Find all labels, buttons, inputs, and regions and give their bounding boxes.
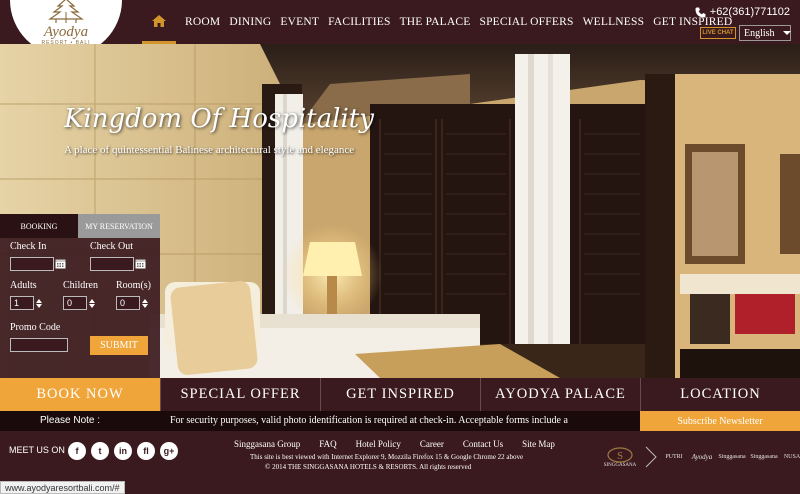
singgasana-emblem-icon: S (607, 446, 633, 463)
nav-item-wellness[interactable]: WELLNESS (583, 16, 645, 28)
nav-item-event[interactable]: EVENT (280, 16, 319, 28)
submit-button[interactable]: SUBMIT (90, 336, 148, 355)
temple-logo-icon (48, 0, 84, 23)
nav-item-room[interactable]: ROOM (185, 16, 220, 28)
quick-links-bar: BOOK NOW SPECIAL OFFER GET INSPIRED AYOD… (0, 378, 800, 411)
footer-link-contact-us[interactable]: Contact Us (463, 439, 503, 449)
calendar-icon[interactable] (55, 258, 66, 269)
brand-logo-ayodya[interactable]: Ayodya (690, 445, 714, 469)
main-nav: ROOM DINING EVENT FACILITIES THE PALACE … (142, 0, 732, 44)
brand-logo-singgasana-3[interactable]: Singgasana (750, 445, 778, 469)
book-now-button[interactable]: BOOK NOW (0, 378, 160, 411)
adults-stepper[interactable]: 1 (10, 296, 42, 310)
brand-logo-singgasana-2[interactable]: Singgasana (718, 445, 746, 469)
promo-code-field[interactable] (10, 338, 68, 352)
footer-link-hotel-policy[interactable]: Hotel Policy (356, 439, 401, 449)
rooms-stepper[interactable]: 0 (116, 296, 148, 310)
check-in-label: Check In (10, 241, 47, 252)
brand-logo-nusa[interactable]: NUSA (782, 445, 800, 469)
nav-item-the-palace[interactable]: THE PALACE (400, 16, 471, 28)
location-link[interactable]: LOCATION (640, 378, 800, 411)
children-value[interactable]: 0 (63, 296, 87, 310)
note-label: Please Note : (40, 415, 101, 426)
brand-logo-singgasana[interactable]: S SINGGASANA (600, 445, 640, 469)
footer-link-site-map[interactable]: Site Map (522, 439, 555, 449)
ayodya-palace-link[interactable]: AYODYA PALACE (480, 378, 640, 411)
arrow-down-icon[interactable] (89, 303, 95, 308)
language-value: English (744, 27, 775, 39)
nav-item-facilities[interactable]: FACILITIES (328, 16, 390, 28)
arrow-down-icon[interactable] (36, 303, 42, 308)
brand-logos: S SINGGASANA PUTRI Ayodya Singgasana Sin… (600, 445, 800, 469)
footer-link-faq[interactable]: FAQ (319, 439, 336, 449)
phone-text: +62(361)771102 (709, 6, 790, 18)
chevron-down-icon (782, 31, 791, 35)
hero-headline: Kingdom Of Hospitality (64, 104, 374, 134)
brand-logo-putri[interactable]: PUTRI (662, 445, 686, 469)
social-links: f t in fl g+ (68, 442, 178, 460)
arrow-up-icon[interactable] (36, 298, 42, 303)
meet-us-label: MEET US ON (9, 445, 65, 455)
special-offer-link[interactable]: SPECIAL OFFER (160, 378, 320, 411)
logo-name: Ayodya (43, 24, 89, 40)
children-label: Children (63, 280, 98, 291)
note-text: For security purposes, valid photo ident… (170, 415, 568, 426)
check-out-label: Check Out (90, 241, 134, 252)
phone-icon (695, 7, 706, 17)
nav-item-special-offers[interactable]: SPECIAL OFFERS (479, 16, 573, 28)
promo-code-label: Promo Code (10, 322, 61, 333)
twitter-icon[interactable]: t (91, 442, 109, 460)
browser-note: This site is best viewed with Internet E… (250, 453, 524, 461)
google-plus-icon[interactable]: g+ (160, 442, 178, 460)
get-inspired-link[interactable]: GET INSPIRED (320, 378, 480, 411)
check-in-field[interactable] (10, 257, 54, 271)
chevron-right-icon (645, 446, 657, 468)
copyright: © 2014 THE SINGGASANA HOTELS & RESORTS. … (265, 463, 472, 471)
top-navbar: Ayodya RESORT • BALI ROOM DINING EVENT F… (0, 0, 800, 56)
svg-text:S: S (617, 450, 623, 462)
rooms-label: Room(s) (116, 280, 151, 291)
booking-tabs: BOOKING MY RESERVATION (0, 214, 160, 238)
footer-link-singgasana-group[interactable]: Singgasana Group (234, 439, 300, 449)
tab-booking[interactable]: BOOKING (0, 214, 78, 238)
nav-item-dining[interactable]: DINING (229, 16, 271, 28)
booking-widget: BOOKING MY RESERVATION Check In Check Ou… (0, 214, 160, 378)
browser-status-url: www.ayodyaresortbali.com/# (0, 481, 125, 494)
live-chat-button[interactable]: LIVE CHAT (700, 27, 736, 39)
footer-links: Singgasana Group FAQ Hotel Policy Career… (234, 439, 555, 449)
adults-label: Adults (10, 280, 37, 291)
subscribe-newsletter-button[interactable]: Subscribe Newsletter (640, 411, 800, 431)
language-select[interactable]: English (739, 25, 791, 41)
calendar-icon[interactable] (135, 258, 146, 269)
footer-link-career[interactable]: Career (420, 439, 444, 449)
rooms-value[interactable]: 0 (116, 296, 140, 310)
children-stepper[interactable]: 0 (63, 296, 95, 310)
adults-value[interactable]: 1 (10, 296, 34, 310)
check-out-field[interactable] (90, 257, 134, 271)
facebook-icon[interactable]: f (68, 442, 86, 460)
arrow-down-icon[interactable] (142, 303, 148, 308)
flickr-icon[interactable]: fl (137, 442, 155, 460)
hero-tagline: A place of quintessential Balinese archi… (64, 144, 355, 156)
tab-my-reservation[interactable]: MY RESERVATION (78, 214, 160, 238)
nav-home[interactable] (142, 0, 176, 44)
arrow-up-icon[interactable] (142, 298, 148, 303)
notice-bar: Please Note : For security purposes, val… (0, 411, 800, 431)
arrow-up-icon[interactable] (89, 298, 95, 303)
phone-number[interactable]: +62(361)771102 (695, 6, 790, 18)
linkedin-icon[interactable]: in (114, 442, 132, 460)
home-icon (152, 14, 166, 27)
